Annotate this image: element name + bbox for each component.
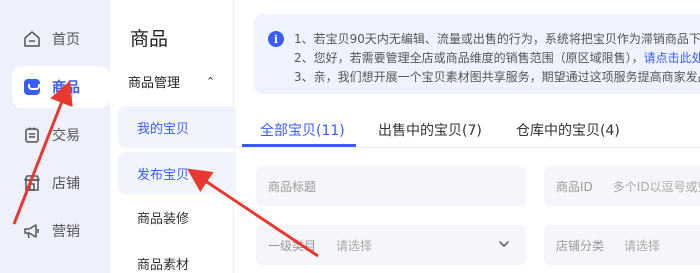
nav-item-label: 交易 [52,128,80,144]
subnav-item-goods-decoration[interactable]: 商品装修 [118,196,250,238]
nav-item-goods[interactable]: 商品 [12,66,110,108]
secondary-sidebar: 商品 商品管理 ⌃ 我的宝贝 发布宝贝 商品装修 商品素材 [110,0,250,273]
category-label: 一级类目 [268,238,317,253]
subnav-item-my-goods[interactable]: 我的宝贝 [118,106,250,148]
subnav-item-publish-goods[interactable]: 发布宝贝 [118,152,250,194]
goods-icon [22,77,42,97]
trade-icon [22,125,42,145]
product-title-input[interactable]: 商品标题 [256,166,526,206]
shop-category-placeholder: 请选择 [624,238,661,253]
product-id-input[interactable]: 商品ID 多个ID以逗号或空格 [544,166,700,206]
goods-tabs: 全部宝贝(11) 出售中的宝贝(7) 仓库中的宝贝(4) [236,106,700,148]
tab-all-goods[interactable]: 全部宝贝(11) [260,120,345,140]
main-content: i 1、若宝贝90天内无编辑、流量或出售的行为，系统将把宝贝作为滞销商品下架 2… [236,0,700,273]
tab-on-sale[interactable]: 出售中的宝贝(7) [378,120,482,140]
info-icon: i [268,31,284,47]
home-icon [22,29,42,49]
primary-sidebar: 首页 商品 交易 店铺 营销 [0,0,110,273]
notice-line-2-text: 2、您好，若需要管理全店或商品维度的销售范围（原区域限售）， [294,51,644,65]
nav-item-marketing[interactable]: 营销 [12,210,110,252]
nav-item-label: 店铺 [52,176,80,192]
tab-in-warehouse[interactable]: 仓库中的宝贝(4) [516,120,620,140]
subnav-group-label: 商品管理 [128,76,181,91]
product-id-placeholder: 多个ID以逗号或空格 [612,179,700,194]
subnav-item-label: 发布宝贝 [137,167,190,183]
nav-item-label: 首页 [52,32,80,48]
subnav-group-header[interactable]: 商品管理 ⌃ [128,72,215,91]
nav-item-store[interactable]: 店铺 [12,162,110,204]
shop-category-select[interactable]: 店铺分类 请选择 [544,225,700,265]
category-placeholder: 请选择 [336,238,373,253]
chevron-down-icon [498,238,510,253]
subnav-title: 商品 [130,28,169,50]
nav-item-label: 营销 [52,224,80,240]
active-tab-indicator [242,144,356,147]
subnav-item-label: 我的宝贝 [137,121,190,137]
subnav-item-goods-material[interactable]: 商品素材 [118,242,250,273]
marketing-icon [22,221,42,241]
store-icon [22,173,42,193]
notice-line-1: 1、若宝贝90天内无编辑、流量或出售的行为，系统将把宝贝作为滞销商品下架 [294,32,700,46]
subnav-item-label: 商品素材 [137,257,190,273]
nav-item-label: 商品 [52,80,80,96]
nav-item-home[interactable]: 首页 [12,18,110,60]
subnav-item-label: 商品装修 [137,211,190,227]
product-id-label: 商品ID [556,179,593,194]
notice-link[interactable]: 请点击此处 [644,51,700,65]
chevron-up-icon: ⌃ [206,75,216,88]
category-select[interactable]: 一级类目 请选择 [256,225,526,265]
notice-line-3: 3、亲，我们想开展一个宝贝素材图共享服务，期望通过这项服务提高商家发品 [294,70,700,84]
notice-line-2: 2、您好，若需要管理全店或商品维度的销售范围（原区域限售），请点击此处 [294,49,700,66]
notice-banner: i 1、若宝贝90天内无编辑、流量或出售的行为，系统将把宝贝作为滞销商品下架 2… [254,14,700,94]
shop-category-label: 店铺分类 [556,238,605,253]
product-title-placeholder: 商品标题 [268,179,317,194]
nav-item-trade[interactable]: 交易 [12,114,110,156]
